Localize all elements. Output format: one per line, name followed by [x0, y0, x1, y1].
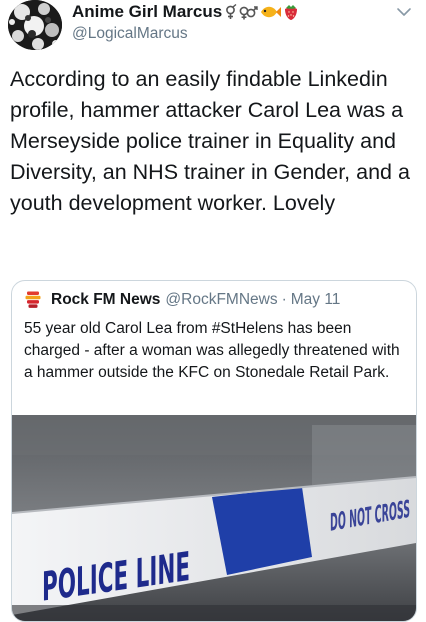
quoted-author-handle: @RockFMNews: [165, 291, 278, 308]
meta-separator: ·: [281, 291, 287, 308]
gender-symbol-icon: [226, 4, 237, 19]
police-tape-image[interactable]: POLICE LINE DO NOT CROSS: [12, 415, 416, 621]
avatar[interactable]: [8, 0, 62, 50]
quoted-tweet-header: Rock FM News @RockFMNews · May 11: [24, 291, 340, 309]
quoted-author-name: Rock FM News: [51, 291, 161, 308]
avatar-image: [8, 0, 62, 50]
strawberry-icon: [285, 5, 298, 20]
quoted-tweet-card[interactable]: Rock FM News @RockFMNews · May 11 55 yea…: [11, 280, 417, 622]
display-name[interactable]: Anime Girl Marcus: [72, 2, 222, 22]
chevron-down-icon[interactable]: [396, 4, 412, 20]
quoted-tweet-text: 55 year old Carol Lea from #StHelens has…: [24, 320, 400, 381]
name-emoji-group: [224, 3, 300, 21]
author-handle[interactable]: @LogicalMarcus: [72, 25, 188, 43]
male-female-symbol-icon: [239, 6, 258, 20]
quoted-date: May 11: [290, 291, 341, 308]
author-name-row[interactable]: Anime Girl Marcus: [72, 2, 300, 22]
tweet-text: According to an easily findable Linkedin…: [10, 67, 410, 215]
fish-icon: [261, 6, 282, 18]
rock-fm-logo-icon: [25, 291, 41, 308]
